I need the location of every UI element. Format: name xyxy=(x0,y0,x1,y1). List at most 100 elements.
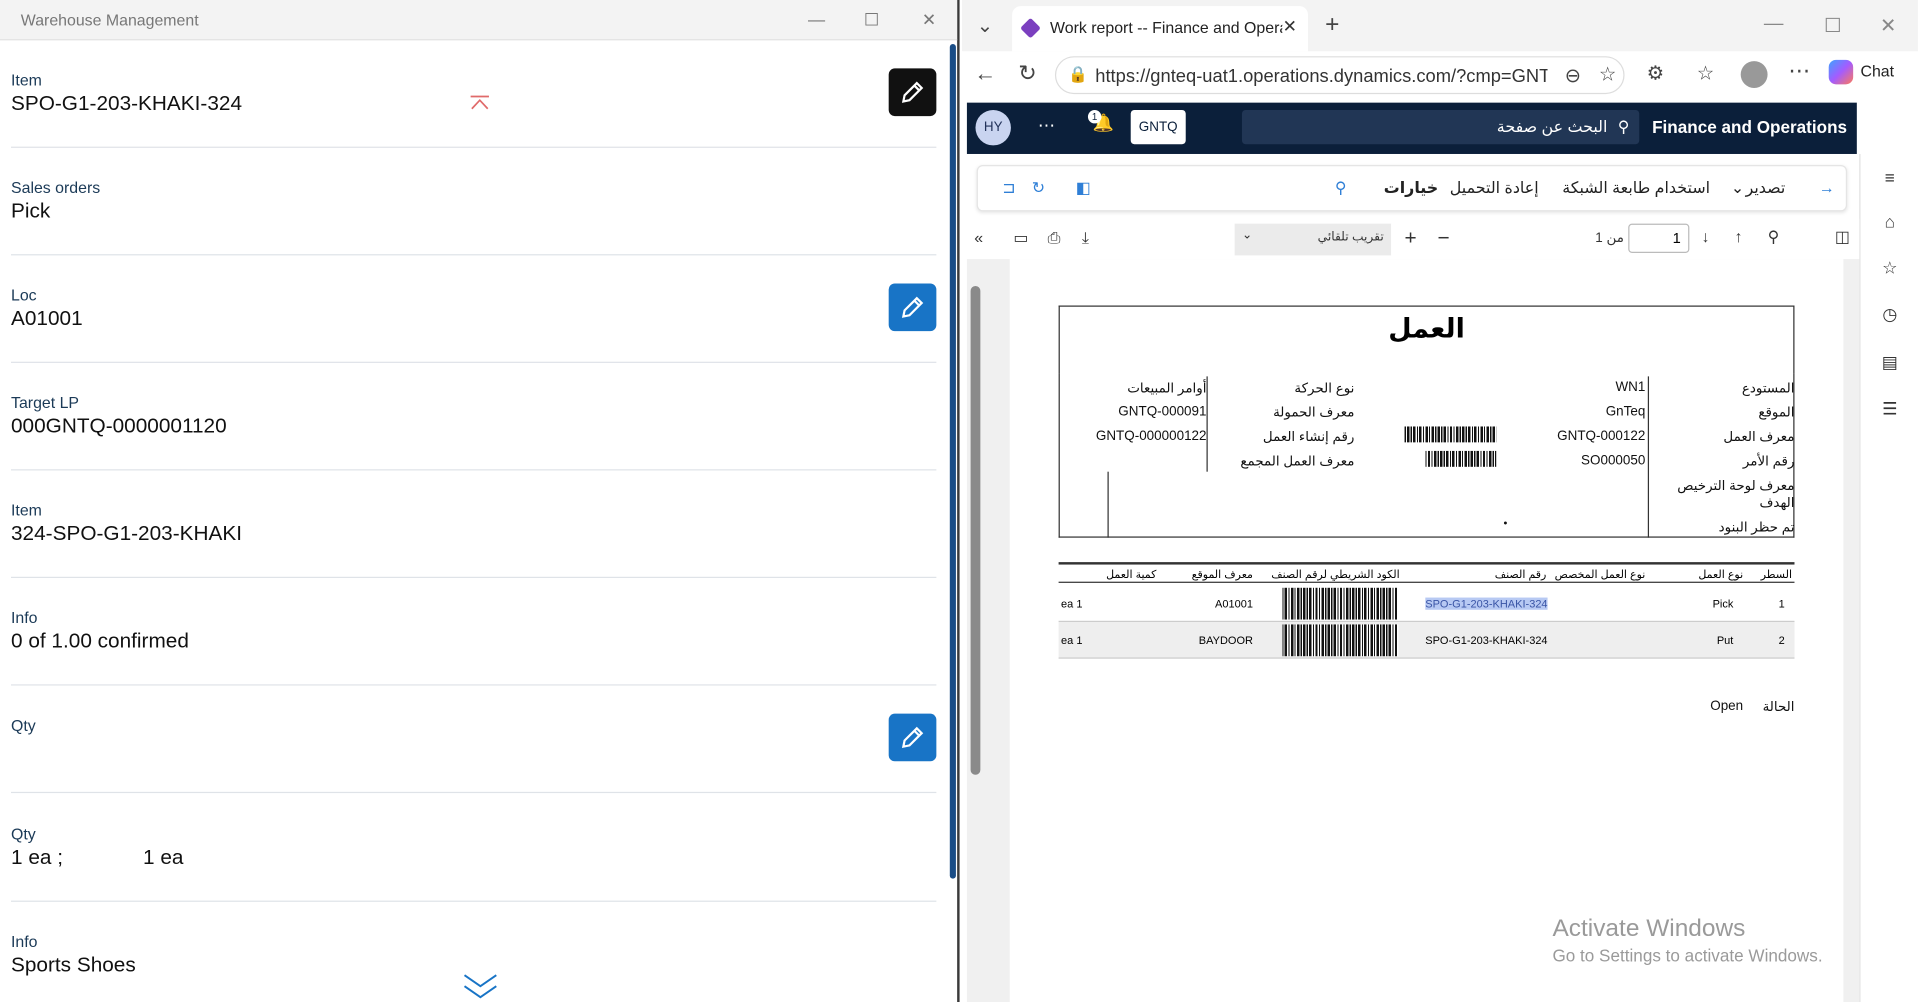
report-title: العمل xyxy=(1058,305,1795,374)
previous-page-icon[interactable]: ↑ xyxy=(1735,227,1743,245)
divider xyxy=(1647,376,1650,538)
warehouse-management-window: Warehouse Management — ☐ ✕ Item SPO-G1-2… xyxy=(0,0,960,1002)
pencil-icon xyxy=(901,726,924,749)
label-work-creation-number: رقم إنشاء العمل xyxy=(1262,430,1355,445)
refresh-page-icon[interactable]: ↻ xyxy=(1032,178,1045,198)
open-file-icon[interactable]: ▭ xyxy=(1013,229,1028,249)
expand-down-icon[interactable] xyxy=(462,973,499,1000)
lock-icon: 🔒 xyxy=(1068,64,1089,84)
more-menu-icon[interactable]: ⋯ xyxy=(1788,59,1810,85)
page-search[interactable]: البحث عن صفحة ⚲ xyxy=(1241,109,1640,145)
tab-actions-chevron-icon[interactable]: ⌄ xyxy=(977,13,993,37)
next-page-icon[interactable]: ↓ xyxy=(1702,227,1710,245)
hamburger-icon[interactable]: ≡ xyxy=(1879,167,1901,189)
col-work-type: نوع العمل xyxy=(1698,568,1744,581)
export-button[interactable]: تصدير xyxy=(1746,178,1786,198)
notification-bell-icon[interactable]: 🔔 1 xyxy=(1087,109,1114,133)
viewer-scrollbar[interactable] xyxy=(970,285,981,775)
edit-loc-button[interactable] xyxy=(888,283,937,332)
search-icon[interactable]: ⚲ xyxy=(1335,178,1347,198)
home-icon[interactable]: ⌂ xyxy=(1879,211,1901,233)
new-tab-icon[interactable]: + xyxy=(1325,11,1339,39)
field-info: Info 0 of 1.00 confirmed xyxy=(11,578,937,686)
cell-line: 1 xyxy=(1778,597,1785,610)
copilot-chat-button[interactable]: Chat xyxy=(1828,59,1894,85)
back-arrow-icon[interactable]: → xyxy=(1819,178,1835,196)
zoom-out-icon[interactable]: − xyxy=(1438,226,1450,250)
office-icon[interactable]: ◧ xyxy=(1076,178,1091,198)
tab-title: Work report -- Finance and Operations xyxy=(1050,18,1282,37)
close-button[interactable]: ✕ xyxy=(916,7,943,31)
browser-tab[interactable]: Work report -- Finance and Operations ✕ xyxy=(1012,6,1308,52)
field-label: Sales orders xyxy=(11,178,101,197)
cell-line: 2 xyxy=(1778,634,1785,647)
network-printer-button[interactable]: استخدام طابعة الشبكة xyxy=(1562,178,1710,198)
col-item-barcode: الكود الشريطي لرقم الصنف xyxy=(1271,568,1400,581)
options-tab[interactable]: خيارات xyxy=(1384,178,1438,198)
wm-scrollbar[interactable] xyxy=(949,43,956,879)
label-consolidated-work-id: معرف العمل المجمع xyxy=(1240,454,1355,470)
field-target-lp: Target LP 000GNTQ-0000001120 xyxy=(11,363,937,471)
favorites-icon[interactable]: ☆ xyxy=(1697,61,1715,85)
zoom-in-icon[interactable]: + xyxy=(1405,226,1417,250)
reload-button[interactable]: إعادة التحميل xyxy=(1450,178,1539,198)
print-icon[interactable]: ⎙ xyxy=(1048,229,1061,249)
zoom-out-icon[interactable]: ⊖ xyxy=(1565,64,1581,88)
cell-item: SPO-G1-203-KHAKI-324 xyxy=(1425,597,1548,610)
modules-icon[interactable]: ☰ xyxy=(1879,398,1901,420)
item-barcode xyxy=(1282,624,1399,657)
address-bar[interactable]: 🔒 https://gnteq-uat1.operations.dynamics… xyxy=(1054,56,1625,95)
page-number-input[interactable]: 1 xyxy=(1628,223,1690,253)
extensions-icon[interactable]: ⚙ xyxy=(1647,61,1665,85)
save-icon[interactable]: ⤓ xyxy=(1082,229,1089,249)
profile-avatar[interactable] xyxy=(1740,61,1768,88)
find-icon[interactable]: ⚲ xyxy=(1768,227,1780,247)
maximize-button[interactable]: ☐ xyxy=(1824,13,1842,37)
col-line: السطر xyxy=(1760,568,1793,581)
favorite-star-icon[interactable]: ☆ xyxy=(1599,62,1617,86)
field-label: Qty xyxy=(11,824,36,844)
field-label: Info xyxy=(11,932,38,951)
table-header: السطر نوع العمل نوع العمل المخصص رقم الص… xyxy=(1058,562,1795,583)
close-tab-icon[interactable]: ✕ xyxy=(1283,16,1297,37)
order-barcode xyxy=(1425,450,1497,467)
close-window-button[interactable]: ✕ xyxy=(1880,13,1896,37)
secondary-toolbar-icon[interactable]: ◫ xyxy=(1835,227,1850,247)
company-picker[interactable]: GNTQ xyxy=(1130,109,1186,145)
cell-type: Put xyxy=(1716,634,1734,647)
minimize-button[interactable]: — xyxy=(1764,13,1784,35)
open-icon[interactable]: ⊏ xyxy=(1002,178,1015,198)
table-row: 1 Pick SPO-G1-203-KHAKI-324 A01001 1 ea xyxy=(1058,585,1795,622)
sidebar-toggle-icon[interactable]: « xyxy=(974,229,983,247)
maximize-button[interactable]: ☐ xyxy=(858,7,885,31)
cell-qty: 1 ea xyxy=(1061,634,1083,647)
workspaces-icon[interactable]: ▤ xyxy=(1879,352,1901,374)
edit-qty-button[interactable] xyxy=(888,713,937,762)
refresh-icon[interactable]: ↻ xyxy=(1018,61,1036,87)
edit-item-button[interactable] xyxy=(888,68,937,117)
zoom-select[interactable]: تقريب تلقائي ⌄ xyxy=(1234,223,1392,256)
field-label: Loc xyxy=(11,285,37,305)
divider xyxy=(1206,376,1208,472)
divider xyxy=(1107,471,1109,538)
field-value: Sports Shoes xyxy=(11,953,136,977)
url-text: https://gnteq-uat1.operations.dynamics.c… xyxy=(1095,65,1548,87)
item-barcode xyxy=(1282,587,1399,620)
label-movement-type: نوع الحركة xyxy=(1294,381,1355,396)
value-site: GnTeq xyxy=(1605,404,1646,420)
watermark-subtitle: Go to Settings to activate Windows. xyxy=(1552,945,1823,966)
more-icon[interactable]: ⋯ xyxy=(1038,115,1055,136)
pdf-toolbar: « ▭ ⎙ ⤓ تقريب تلقائي ⌄ + − من 1 1 ↓ ↑ ⚲ ◫ xyxy=(966,218,1860,260)
table-row: 2 Put SPO-G1-203-KHAKI-324 BAYDOOR 1 ea xyxy=(1058,621,1795,659)
user-avatar[interactable]: HY xyxy=(975,109,1011,146)
recent-icon[interactable]: ◷ xyxy=(1879,304,1901,326)
field-item-2: Item 324-SPO-G1-203-KHAKI xyxy=(11,470,937,579)
col-location-id: معرف الموقع xyxy=(1191,568,1253,581)
label-warehouse: المستودع xyxy=(1741,381,1795,396)
window-title: Warehouse Management xyxy=(20,10,199,30)
favorites-icon[interactable]: ☆ xyxy=(1879,258,1901,280)
minimize-button[interactable]: — xyxy=(803,7,830,31)
back-icon[interactable]: ← xyxy=(974,61,996,87)
value-order-number: SO000050 xyxy=(1581,453,1646,469)
field-label: Item xyxy=(11,70,42,90)
